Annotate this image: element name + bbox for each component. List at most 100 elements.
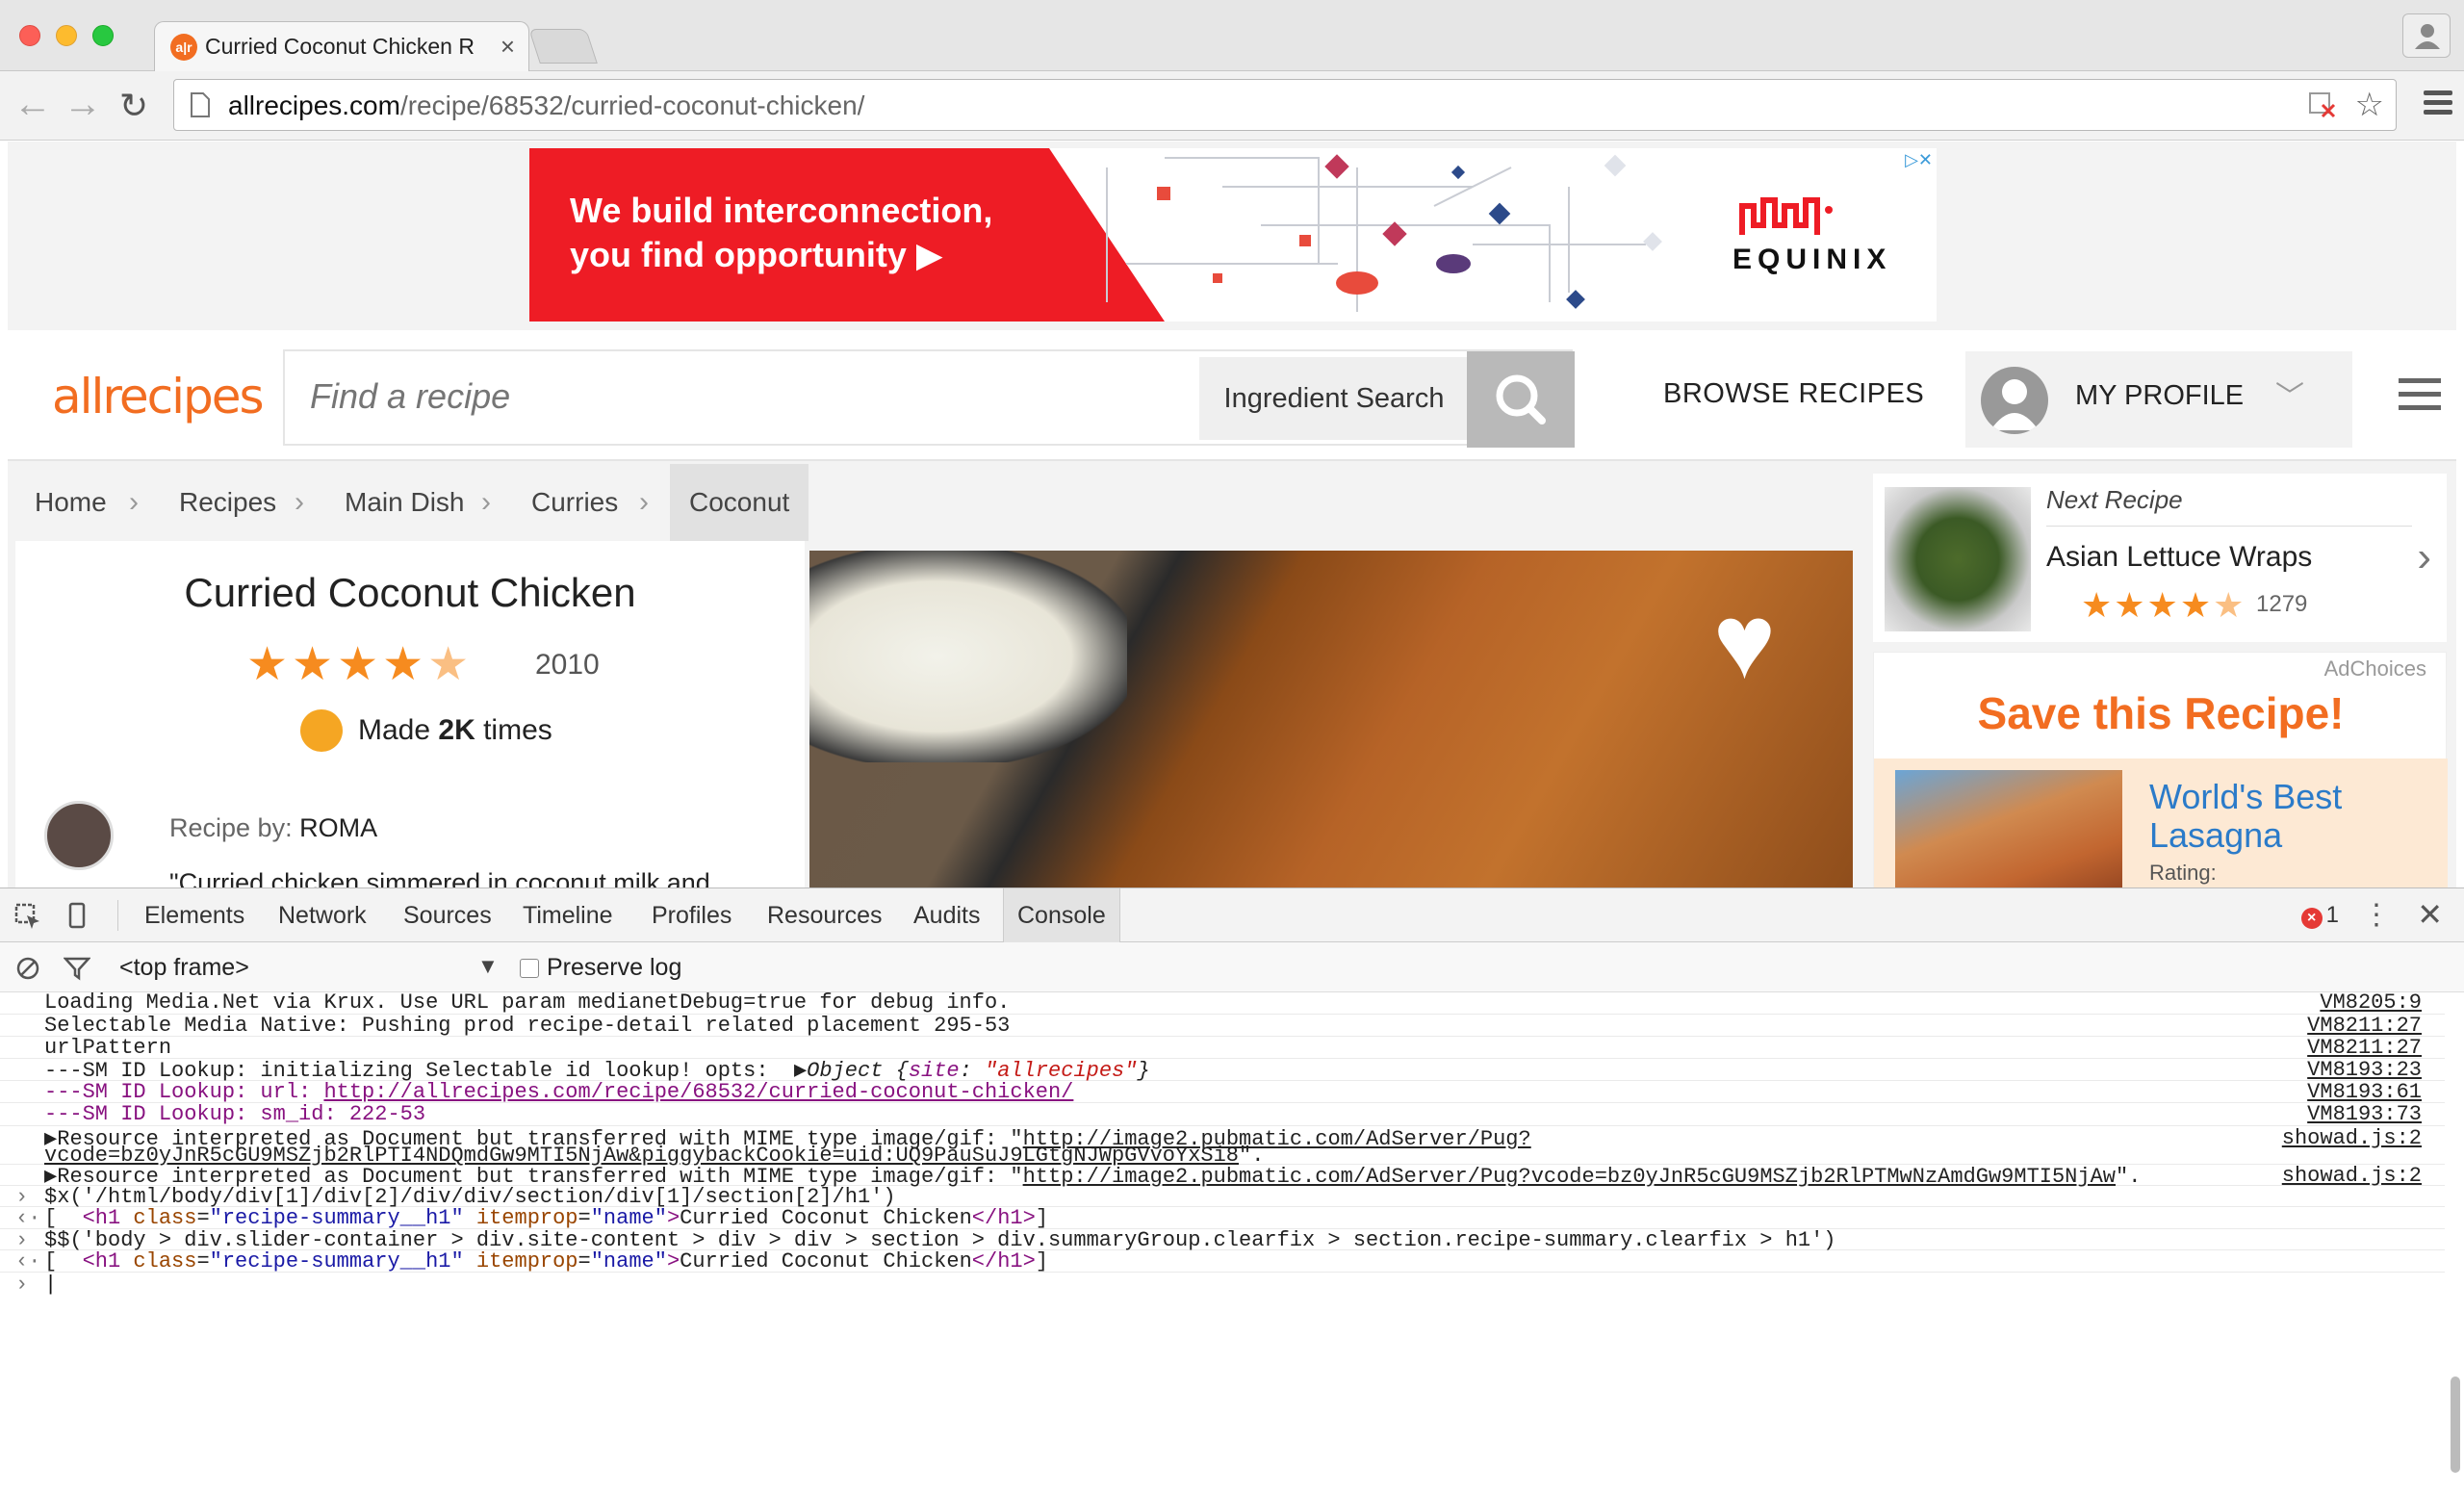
blocked-plugin-icon[interactable] xyxy=(2307,90,2336,118)
result-close-tag: </h1> xyxy=(971,1249,1036,1273)
browser-toolbar: ← → ↻ allrecipes.com/recipe/68532/currie… xyxy=(0,71,2464,141)
result-attr: itemprop xyxy=(475,1249,578,1273)
console-message: Selectable Media Native: Pushing prod re… xyxy=(0,1014,2445,1038)
breadcrumb-main-dish[interactable]: Main Dish xyxy=(345,464,464,541)
error-icon: × xyxy=(2300,908,2323,929)
tab-console[interactable]: Console xyxy=(1003,888,1120,942)
result-text: Curried Coconut Chicken xyxy=(680,1249,972,1273)
browse-recipes-link[interactable]: BROWSE RECIPES xyxy=(1663,378,1924,410)
made-number: 2K xyxy=(438,714,475,746)
allrecipes-logo[interactable]: allrecipes xyxy=(52,369,265,424)
clear-console-icon[interactable] xyxy=(15,956,40,981)
breadcrumb-chevron-icon: › xyxy=(639,486,649,518)
tab-network[interactable]: Network xyxy=(278,888,367,942)
recipe-rating-stars[interactable]: ★★★★★ xyxy=(246,637,473,691)
more-options-icon[interactable]: ⋮ xyxy=(2362,898,2391,932)
next-recipe-card[interactable]: Next Recipe Asian Lettuce Wraps ★★★★★ 12… xyxy=(1873,474,2447,642)
console-source-link[interactable]: VM8205:9 xyxy=(2320,990,2422,1015)
breadcrumb-recipes[interactable]: Recipes xyxy=(179,464,276,541)
devtools-panel: Elements Network Sources Timeline Profil… xyxy=(0,887,2464,1492)
console-source-link[interactable]: VM8193:73 xyxy=(2307,1102,2422,1126)
equinix-wordmark: EQUINIX xyxy=(1732,244,1892,275)
tab-profiles[interactable]: Profiles xyxy=(652,888,732,942)
console-source-link[interactable]: showad.js:2 xyxy=(2282,1164,2422,1188)
equinix-logo: EQUINIX xyxy=(1732,196,1892,276)
tab-audits[interactable]: Audits xyxy=(913,888,980,942)
zoom-window-button[interactable] xyxy=(92,25,114,46)
equinix-mark-icon xyxy=(1739,197,1833,235)
console-source-link[interactable]: VM8211:27 xyxy=(2307,1014,2422,1038)
result-end: ] xyxy=(1035,1249,1049,1273)
new-tab-button[interactable] xyxy=(528,29,598,64)
result-open-tag[interactable]: <h1 xyxy=(83,1206,134,1230)
save-recipe-ad[interactable]: AdChoices Save this Recipe! World's Best… xyxy=(1873,652,2448,887)
rating-count[interactable]: 2010 xyxy=(535,649,600,682)
site-menu-icon[interactable] xyxy=(2399,378,2441,419)
chrome-menu-icon[interactable] xyxy=(2424,90,2452,119)
recipe-summary: Curried Coconut Chicken ★★★★★ 2010 Made … xyxy=(15,541,805,887)
console-message: ---SM ID Lookup: url: http://allrecipes.… xyxy=(0,1080,2445,1104)
console-source-link[interactable]: VM8211:27 xyxy=(2307,1036,2422,1060)
author-avatar[interactable] xyxy=(44,801,114,870)
tab-elements[interactable]: Elements xyxy=(144,888,244,942)
chevron-right-icon[interactable]: › xyxy=(2417,533,2431,581)
frame-selector[interactable]: <top frame> xyxy=(119,954,249,982)
reload-icon[interactable]: ↻ xyxy=(119,87,148,125)
next-recipe-title[interactable]: Asian Lettuce Wraps xyxy=(2046,541,2312,574)
result-attr-value: "recipe-summary__h1" xyxy=(209,1206,464,1230)
console-input-caret[interactable]: | xyxy=(44,1273,57,1297)
filter-icon[interactable] xyxy=(64,956,90,981)
tab-resources[interactable]: Resources xyxy=(767,888,883,942)
next-recipe-rating-count: 1279 xyxy=(2256,591,2308,617)
preserve-log-checkbox[interactable] xyxy=(520,959,539,979)
adchoices-label[interactable]: AdChoices xyxy=(2324,656,2426,682)
tab-sources[interactable]: Sources xyxy=(403,888,492,942)
result-open-tag[interactable]: <h1 xyxy=(83,1249,134,1273)
minimize-window-button[interactable] xyxy=(56,25,77,46)
ingredient-search-button[interactable]: Ingredient Search xyxy=(1199,357,1469,440)
console-prompt-row[interactable]: › | xyxy=(0,1273,2445,1297)
browser-profile-button[interactable] xyxy=(2402,13,2451,58)
page-icon xyxy=(191,92,210,117)
back-arrow-icon[interactable]: ← xyxy=(13,85,52,123)
address-bar[interactable]: allrecipes.com/recipe/68532/curried-coco… xyxy=(173,79,2397,131)
preserve-log-option[interactable]: Preserve log xyxy=(520,954,681,982)
breadcrumb-coconut[interactable]: Coconut xyxy=(670,464,809,541)
console-source-link[interactable]: VM8193:61 xyxy=(2307,1080,2422,1104)
result-attr-value: "name" xyxy=(590,1206,667,1230)
search-button[interactable] xyxy=(1467,351,1575,448)
bookmark-star-icon[interactable]: ☆ xyxy=(2355,86,2384,124)
close-window-button[interactable] xyxy=(19,25,40,46)
ad-choices-icon[interactable]: ▷✕ xyxy=(1905,150,1933,170)
tab-timeline[interactable]: Timeline xyxy=(523,888,613,942)
lasagna-title[interactable]: World's Best Lasagna xyxy=(2149,778,2342,855)
tab-close-icon[interactable]: × xyxy=(500,32,515,62)
error-count-badge[interactable]: × 1 xyxy=(2300,902,2339,929)
save-heart-icon[interactable]: ♥ xyxy=(1713,589,1776,695)
forward-arrow-icon[interactable]: → xyxy=(64,85,102,123)
lasagna-title-line1: World's Best xyxy=(2149,777,2343,816)
console-toolbar: <top frame> ▼ Preserve log xyxy=(0,942,2464,992)
device-mode-icon[interactable] xyxy=(67,902,89,938)
recipe-photo[interactable]: ♥ xyxy=(809,551,1853,887)
console-command: › $x('/html/body/div[1]/div[2]/div/div/s… xyxy=(0,1185,2445,1209)
console-scrollbar[interactable] xyxy=(2451,1376,2460,1473)
inspect-element-icon[interactable] xyxy=(13,902,42,938)
console-source-link[interactable]: VM8193:23 xyxy=(2307,1058,2422,1082)
close-devtools-icon[interactable]: ✕ xyxy=(2417,896,2443,933)
console-url-link[interactable]: http://allrecipes.com/recipe/68532/curri… xyxy=(323,1080,1073,1104)
console-warning: ▶Resource interpreted as Document but tr… xyxy=(0,1126,2445,1168)
frame-dropdown-icon[interactable]: ▼ xyxy=(477,954,499,979)
lasagna-thumbnail xyxy=(1895,770,2122,887)
my-profile-menu[interactable]: MY PROFILE ﹀ xyxy=(1965,351,2352,448)
console-source-link[interactable]: showad.js:2 xyxy=(2282,1126,2422,1150)
breadcrumb-curries[interactable]: Curries xyxy=(531,464,618,541)
breadcrumb-chevron-icon: › xyxy=(481,486,491,518)
browser-tab[interactable]: a|r Curried Coconut Chicken R × xyxy=(154,21,529,71)
equinix-ad-banner[interactable]: We build interconnection, you find oppor… xyxy=(529,148,1937,322)
made-prefix: Made xyxy=(358,714,431,746)
breadcrumb-home[interactable]: Home xyxy=(35,464,107,541)
search-input[interactable] xyxy=(310,376,1176,417)
chevron-down-icon: ﹀ xyxy=(2275,381,2304,413)
author-name[interactable]: ROMA xyxy=(299,813,377,842)
